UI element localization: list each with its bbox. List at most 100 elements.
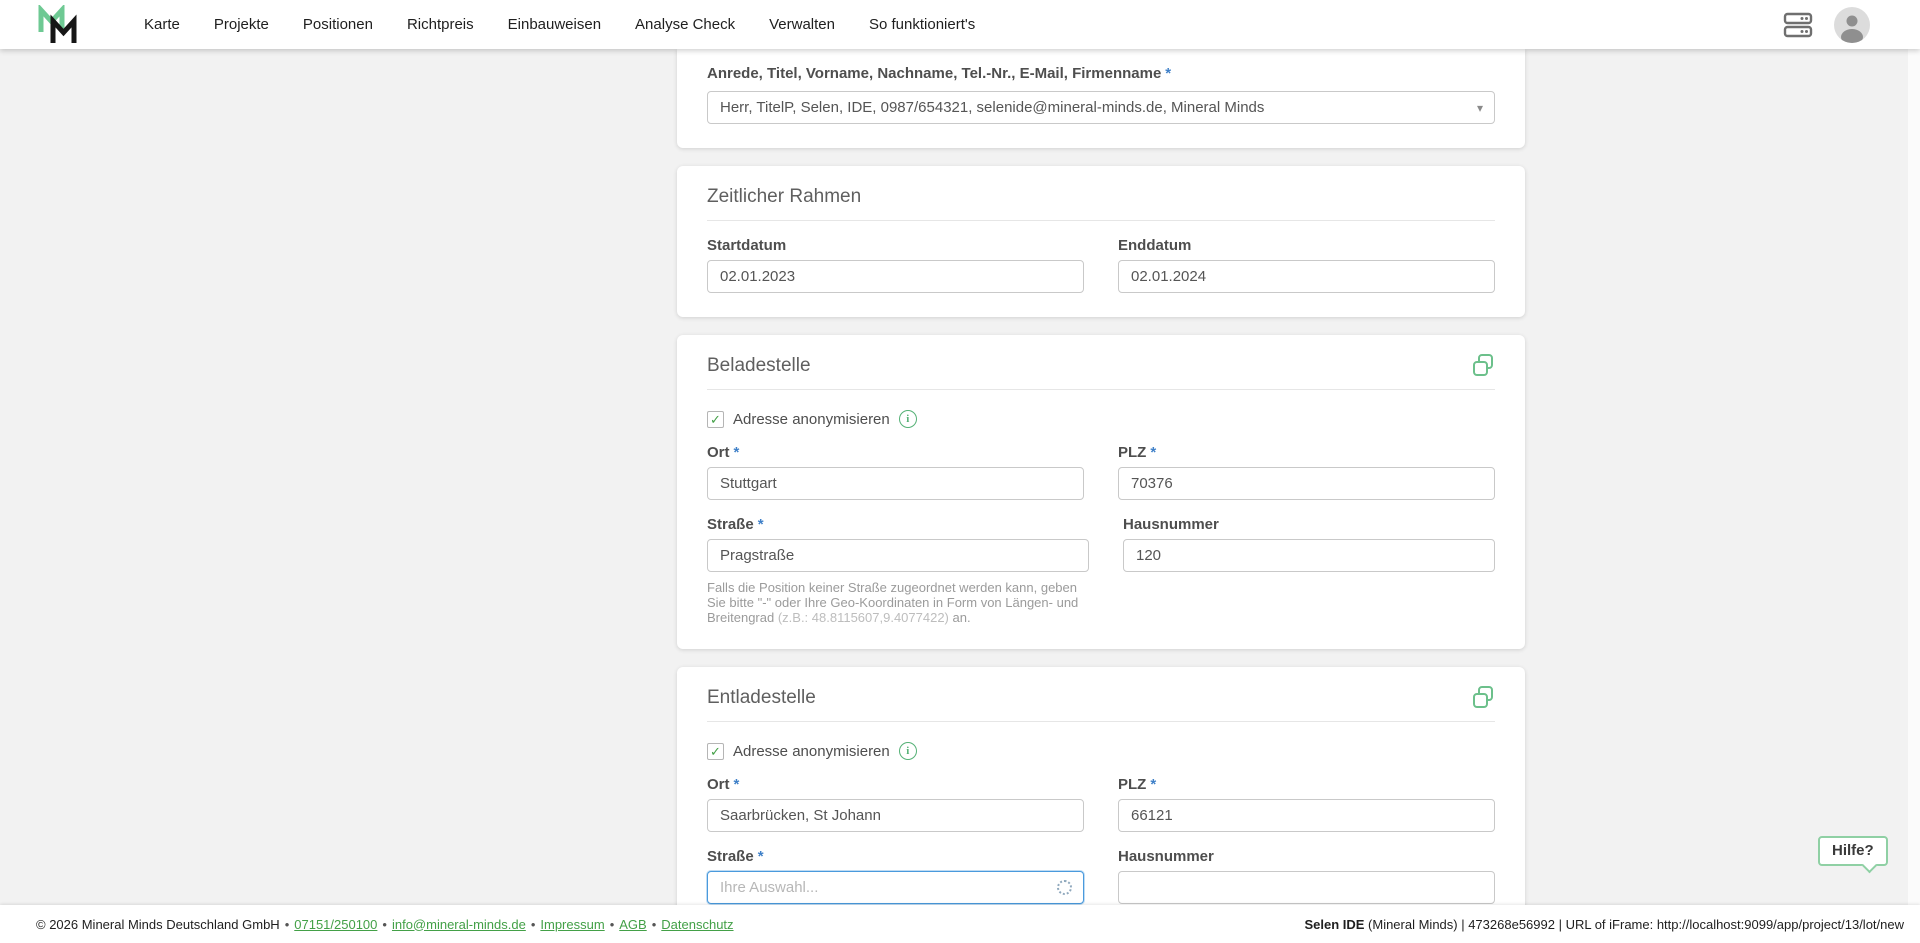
nav-item-analyse-check[interactable]: Analyse Check — [635, 16, 735, 33]
plz-input[interactable] — [1118, 799, 1495, 832]
copyright-text: © 2026 Mineral Minds Deutschland GmbH — [36, 917, 280, 932]
required-marker: * — [758, 516, 764, 533]
anonymize-checkbox[interactable]: ✓ — [707, 743, 724, 760]
nav-item-karte[interactable]: Karte — [144, 16, 180, 33]
hausnummer-label: Hausnummer — [1118, 848, 1495, 866]
info-icon[interactable]: i — [899, 742, 917, 760]
copy-icon[interactable] — [1471, 353, 1495, 382]
entladestelle-title: Entladestelle — [707, 687, 1495, 709]
agb-link[interactable]: AGB — [619, 917, 646, 932]
timeframe-card: Zeitlicher Rahmen Startdatum Enddatum — [677, 166, 1525, 317]
enddatum-input[interactable] — [1118, 260, 1495, 293]
contact-select-wrap: Herr, TitelP, Selen, IDE, 0987/654321, s… — [707, 91, 1495, 124]
anonymize-label: Adresse anonymisieren — [733, 411, 890, 428]
strasse-label: Straße* — [707, 516, 1089, 534]
plz-input[interactable] — [1118, 467, 1495, 500]
copy-icon[interactable] — [1471, 685, 1495, 714]
anonymize-row: ✓ Adresse anonymisieren i — [707, 410, 1495, 428]
help-label: Hilfe? — [1832, 842, 1874, 859]
session-user: Selen IDE — [1304, 917, 1364, 932]
strasse-label: Straße* — [707, 848, 1084, 866]
session-info: (Mineral Minds) | 473268e56992 | URL of … — [1364, 917, 1904, 932]
strasse-input[interactable] — [707, 871, 1084, 904]
form-column: Anrede, Titel, Vorname, Nachname, Tel.-N… — [677, 49, 1525, 905]
info-icon[interactable]: i — [899, 410, 917, 428]
entladestelle-card: Entladestelle ✓ Adresse anonymisieren i … — [677, 667, 1525, 905]
beladestelle-title: Beladestelle — [707, 355, 1495, 377]
separator: • — [285, 917, 290, 932]
required-marker: * — [1165, 65, 1171, 82]
nav-item-so-funktionierts[interactable]: So funktioniert's — [869, 16, 975, 33]
nav-item-richtpreis[interactable]: Richtpreis — [407, 16, 474, 33]
person-icon — [1834, 7, 1870, 43]
strasse-label-text: Straße — [707, 848, 754, 865]
ort-input[interactable] — [707, 467, 1084, 500]
divider — [707, 389, 1495, 390]
phone-link[interactable]: 07151/250100 — [294, 917, 377, 932]
strasse-label-text: Straße — [707, 516, 754, 533]
anonymize-checkbox[interactable]: ✓ — [707, 411, 724, 428]
strasse-hint: Falls die Position keiner Straße zugeord… — [707, 580, 1089, 625]
scrollbar-track[interactable] — [1908, 49, 1920, 905]
ort-label-text: Ort — [707, 776, 730, 793]
anonymize-label: Adresse anonymisieren — [733, 743, 890, 760]
startdatum-label: Startdatum — [707, 237, 1084, 255]
enddatum-label: Enddatum — [1118, 237, 1495, 255]
hint-example: (z.B.: 48.8115607,9.4077422) — [778, 610, 949, 625]
separator: • — [652, 917, 657, 932]
main-menu: Karte Projekte Positionen Richtpreis Ein… — [144, 16, 975, 33]
required-marker: * — [758, 848, 764, 865]
server-icon[interactable] — [1782, 10, 1814, 40]
plz-label: PLZ* — [1118, 776, 1495, 794]
datenschutz-link[interactable]: Datenschutz — [661, 917, 733, 932]
contact-label-text: Anrede, Titel, Vorname, Nachname, Tel.-N… — [707, 65, 1161, 82]
user-avatar[interactable] — [1834, 7, 1870, 43]
required-marker: * — [1150, 444, 1156, 461]
hausnummer-input[interactable] — [1118, 871, 1495, 904]
help-button[interactable]: Hilfe? — [1818, 836, 1888, 866]
impressum-link[interactable]: Impressum — [540, 917, 604, 932]
footer-right: Selen IDE (Mineral Minds) | 473268e56992… — [1304, 917, 1904, 932]
required-marker: * — [1150, 776, 1156, 793]
beladestelle-card: Beladestelle ✓ Adresse anonymisieren i O… — [677, 335, 1525, 649]
anonymize-row: ✓ Adresse anonymisieren i — [707, 742, 1495, 760]
separator: • — [610, 917, 615, 932]
hausnummer-label: Hausnummer — [1123, 516, 1495, 534]
required-marker: * — [734, 776, 740, 793]
required-marker: * — [734, 444, 740, 461]
check-icon: ✓ — [710, 745, 721, 758]
strasse-input[interactable] — [707, 539, 1089, 572]
loading-spinner-icon — [1057, 880, 1072, 895]
footer: © 2026 Mineral Minds Deutschland GmbH • … — [0, 905, 1920, 943]
hausnummer-input[interactable] — [1123, 539, 1495, 572]
top-navbar: Karte Projekte Positionen Richtpreis Ein… — [0, 0, 1920, 49]
contact-select[interactable]: Herr, TitelP, Selen, IDE, 0987/654321, s… — [707, 91, 1495, 124]
brand-logo[interactable] — [36, 4, 92, 46]
check-icon: ✓ — [710, 413, 721, 426]
startdatum-input[interactable] — [707, 260, 1084, 293]
nav-item-positionen[interactable]: Positionen — [303, 16, 373, 33]
form-scroll-area: Anrede, Titel, Vorname, Nachname, Tel.-N… — [0, 49, 1920, 905]
footer-left: © 2026 Mineral Minds Deutschland GmbH • … — [36, 917, 734, 932]
nav-item-einbauweisen[interactable]: Einbauweisen — [508, 16, 601, 33]
plz-label: PLZ* — [1118, 444, 1495, 462]
ort-label: Ort* — [707, 776, 1084, 794]
separator: • — [382, 917, 387, 932]
plz-label-text: PLZ — [1118, 444, 1146, 461]
plz-label-text: PLZ — [1118, 776, 1146, 793]
ort-label: Ort* — [707, 444, 1084, 462]
strasse-input-wrap — [707, 866, 1084, 904]
email-link[interactable]: info@mineral-minds.de — [392, 917, 526, 932]
separator: • — [531, 917, 536, 932]
nav-item-projekte[interactable]: Projekte — [214, 16, 269, 33]
mineral-minds-logo-icon — [36, 5, 88, 45]
ort-input[interactable] — [707, 799, 1084, 832]
contact-card: Anrede, Titel, Vorname, Nachname, Tel.-N… — [677, 49, 1525, 148]
nav-item-verwalten[interactable]: Verwalten — [769, 16, 835, 33]
timeframe-title: Zeitlicher Rahmen — [707, 186, 1495, 208]
navbar-actions — [1782, 7, 1870, 43]
divider — [707, 721, 1495, 722]
contact-field-label: Anrede, Titel, Vorname, Nachname, Tel.-N… — [707, 65, 1495, 83]
hint-text: an. — [949, 610, 971, 625]
ort-label-text: Ort — [707, 444, 730, 461]
